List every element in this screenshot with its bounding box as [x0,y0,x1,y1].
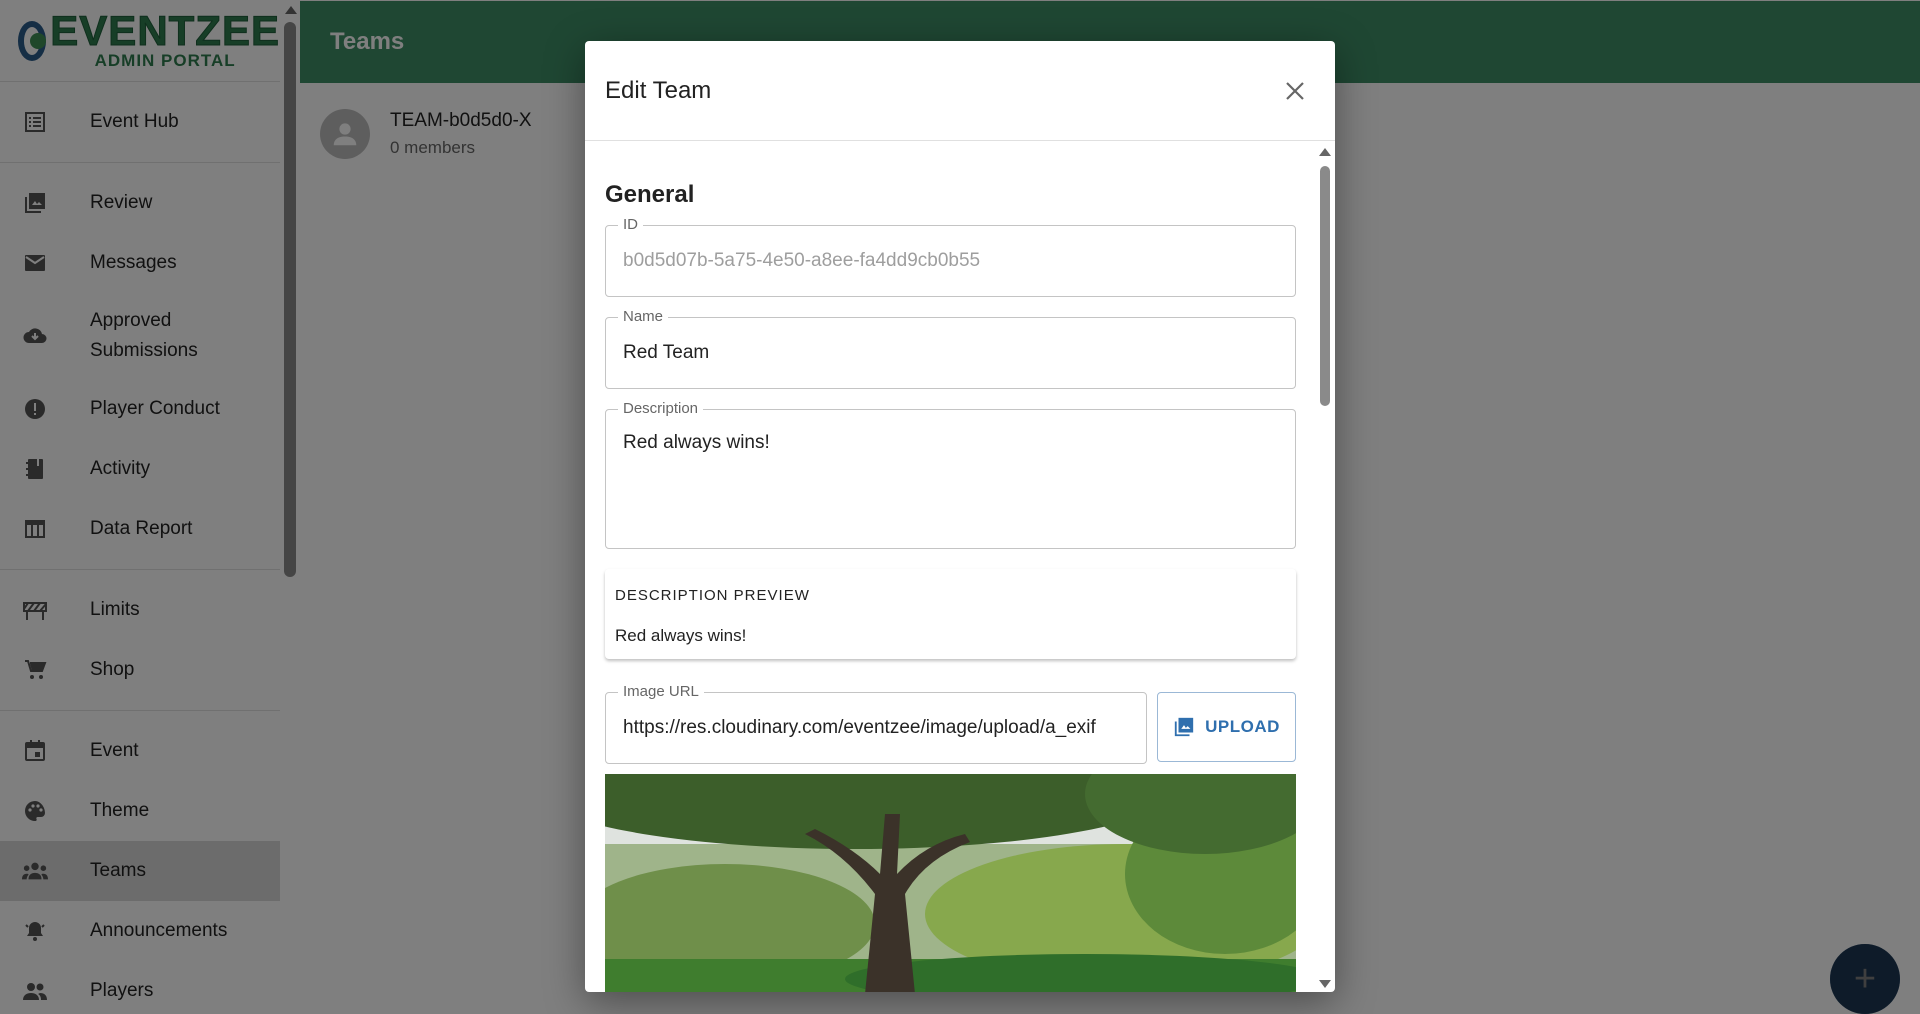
scroll-down-arrow-icon[interactable] [1319,980,1331,988]
team-image-preview [605,774,1296,992]
close-button[interactable] [1275,71,1315,111]
edit-team-dialog: Edit Team General ID b0d5d07b-5a75-4e50-… [585,41,1335,992]
image-url-field[interactable]: Image URL https://res.cloudinary.com/eve… [605,683,1147,764]
dialog-header: Edit Team [585,41,1335,141]
section-title: General [605,181,695,208]
image-url-field-label: Image URL [618,683,704,701]
scroll-up-arrow-icon[interactable] [1319,148,1331,156]
close-icon [1286,81,1304,100]
description-preview: DESCRIPTION PREVIEW Red always wins! [605,569,1296,659]
dialog-scrollbar[interactable] [1318,148,1332,988]
id-field-label: ID [618,216,643,234]
description-preview-title: DESCRIPTION PREVIEW [615,587,810,604]
id-field: ID b0d5d07b-5a75-4e50-a8ee-fa4dd9cb0b55 [605,216,1296,297]
description-preview-text: Red always wins! [615,626,747,645]
description-field[interactable]: Description Red always wins! [605,400,1296,549]
photo-library-icon [1173,716,1195,738]
upload-button-label: UPLOAD [1205,717,1280,736]
image-url-field-value[interactable]: https://res.cloudinary.com/eventzee/imag… [606,693,1146,763]
name-field-label: Name [618,308,669,326]
name-field[interactable]: Name Red Team [605,308,1296,389]
dialog-scrollbar-thumb[interactable] [1320,166,1330,406]
dialog-title: Edit Team [605,76,712,104]
name-field-value[interactable]: Red Team [606,318,1295,388]
description-field-value[interactable]: Red always wins! [606,410,1295,478]
upload-button[interactable]: UPLOAD [1157,692,1296,762]
dialog-body: General ID b0d5d07b-5a75-4e50-a8ee-fa4dd… [585,142,1335,992]
id-field-value: b0d5d07b-5a75-4e50-a8ee-fa4dd9cb0b55 [623,250,981,271]
description-field-label: Description [618,400,704,418]
image-url-row: Image URL https://res.cloudinary.com/eve… [605,683,1296,764]
